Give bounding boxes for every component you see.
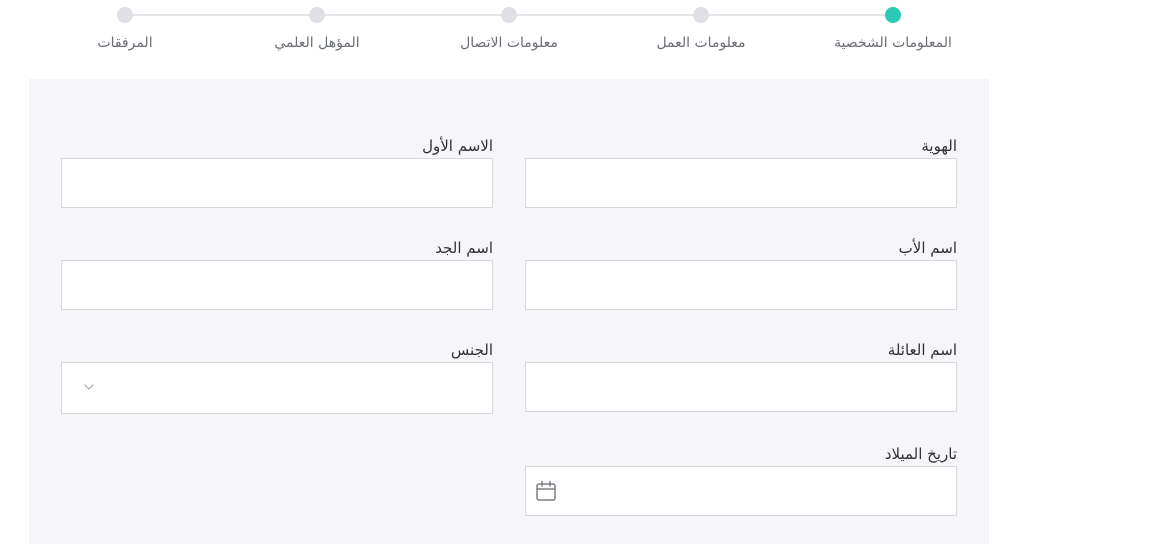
step-label: معلومات العمل xyxy=(656,35,746,51)
gender-select[interactable] xyxy=(61,362,493,414)
chevron-down-icon xyxy=(84,384,94,390)
family-name-input[interactable] xyxy=(525,362,957,412)
step-label: المعلومات الشخصية xyxy=(834,35,952,51)
step-label: المؤهل العلمي xyxy=(274,35,360,51)
step-dot xyxy=(501,7,517,23)
father-name-input[interactable] xyxy=(525,260,957,310)
step-dot xyxy=(117,7,133,23)
step-personal-info[interactable]: المعلومات الشخصية xyxy=(793,0,993,60)
step-dot-active xyxy=(885,7,901,23)
first-name-input[interactable] xyxy=(61,158,493,208)
family-name-label: اسم العائلة xyxy=(887,341,957,359)
father-name-label: اسم الأب xyxy=(898,239,957,257)
id-input[interactable] xyxy=(525,158,957,208)
step-contact-info[interactable]: معلومات الاتصال xyxy=(409,0,609,60)
id-label: الهوية xyxy=(921,137,957,155)
step-label: المرفقات xyxy=(97,35,153,51)
step-work-info[interactable]: معلومات العمل xyxy=(601,0,801,60)
calendar-icon[interactable] xyxy=(535,480,557,502)
birth-date-label: تاريخ الميلاد xyxy=(884,445,957,463)
step-attachments[interactable]: المرفقات xyxy=(25,0,225,60)
progress-stepper: المعلومات الشخصية معلومات العمل معلومات … xyxy=(0,0,1161,60)
grandfather-name-label: اسم الجد xyxy=(435,239,493,257)
birth-date-input[interactable] xyxy=(525,466,957,516)
step-qualification[interactable]: المؤهل العلمي xyxy=(217,0,417,60)
first-name-label: الاسم الأول xyxy=(422,137,493,155)
step-dot xyxy=(309,7,325,23)
step-label: معلومات الاتصال xyxy=(460,35,558,51)
grandfather-name-input[interactable] xyxy=(61,260,493,310)
step-dot xyxy=(693,7,709,23)
personal-info-form: الهوية الاسم الأول اسم الأب اسم الجد اسم… xyxy=(29,79,989,544)
gender-label: الجنس xyxy=(450,341,493,359)
